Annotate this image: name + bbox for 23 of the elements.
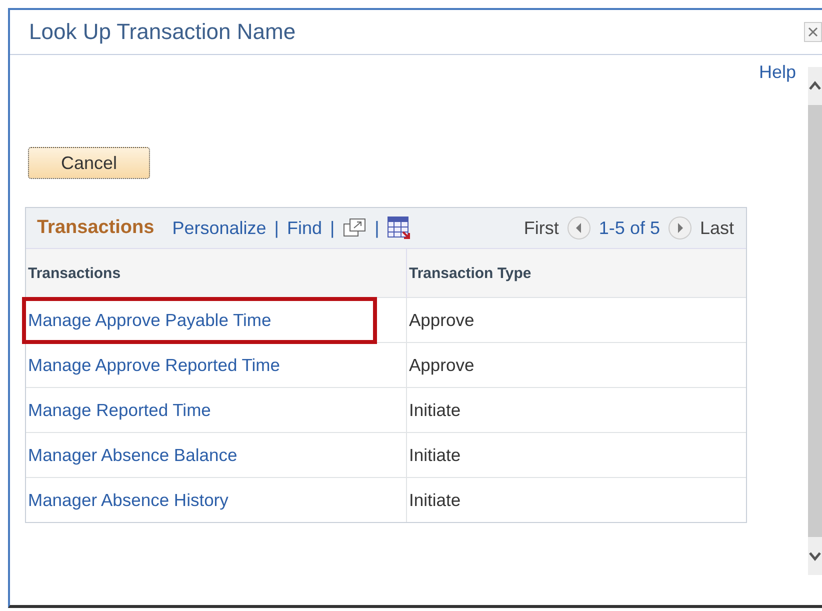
table-cell: Initiate bbox=[406, 478, 746, 522]
last-link[interactable]: Last bbox=[700, 218, 734, 238]
separator: | bbox=[374, 218, 380, 238]
first-link[interactable]: First bbox=[524, 218, 559, 238]
grid-title: Transactions bbox=[37, 217, 154, 239]
table-cell: Approve bbox=[406, 342, 746, 388]
column-header: Transaction Type bbox=[406, 248, 746, 298]
transaction-link[interactable]: Manage Approve Reported Time bbox=[28, 354, 280, 376]
separator: | bbox=[330, 218, 335, 238]
transaction-link[interactable]: Manage Reported Time bbox=[28, 400, 211, 420]
table-cell: Initiate bbox=[406, 388, 746, 432]
column-header: Transactions bbox=[26, 248, 406, 298]
cancel-button[interactable]: Cancel bbox=[28, 147, 150, 179]
transaction-link[interactable]: Manager Absence History bbox=[28, 490, 228, 510]
grid-link[interactable]: Find bbox=[286, 218, 322, 238]
help-link[interactable]: Help bbox=[758, 62, 796, 83]
grid-link[interactable]: Personalize bbox=[172, 218, 266, 238]
window-title: Look Up Transaction Name bbox=[29, 19, 296, 45]
table-cell: Initiate bbox=[406, 432, 746, 478]
table-cell: Approve bbox=[406, 298, 746, 342]
transaction-link[interactable]: Manager Absence Balance bbox=[28, 444, 238, 466]
page-range: 1-5 of 5 bbox=[598, 218, 660, 238]
separator: | bbox=[274, 218, 279, 238]
